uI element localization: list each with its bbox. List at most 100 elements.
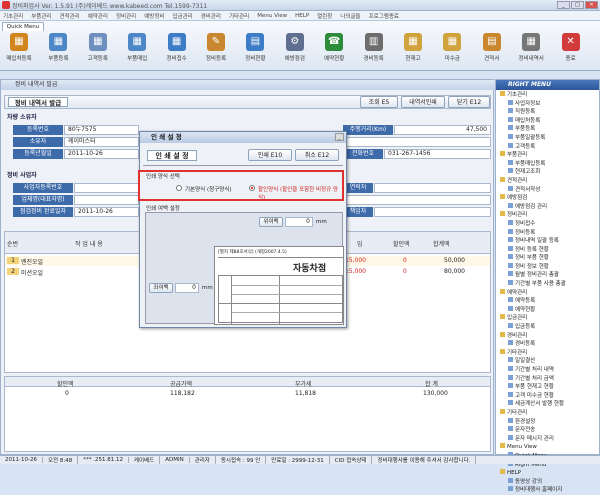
done-date-field[interactable]: 2011-10-26 <box>74 207 139 217</box>
tree-item[interactable]: 정비대행사 홈페이지 <box>496 486 599 495</box>
tree-item[interactable]: 정비 등록 현황 <box>496 245 599 255</box>
tree-item[interactable]: 입금등록 <box>496 323 599 332</box>
tree-group[interactable]: 경비관리 <box>496 331 599 341</box>
quick-menu-tab[interactable]: Quick Menu <box>2 22 44 31</box>
quick-tool-4[interactable]: ▦ 정비접수 <box>160 33 194 62</box>
tree-item[interactable]: 문자 메시지 관리 <box>496 434 599 444</box>
menu-4[interactable]: 정비관리 <box>116 12 136 20</box>
mileage-field[interactable]: 47,500 <box>394 125 491 135</box>
menu-12[interactable]: 나의글들 <box>340 12 360 20</box>
quick-tool-14[interactable]: ✕ 종료 <box>554 33 588 62</box>
dialog-print-button[interactable]: 인쇄 E10 <box>248 149 292 161</box>
tree-item[interactable]: 동영상 강의 <box>496 477 599 487</box>
left-margin-field[interactable]: 0 <box>175 283 199 293</box>
quick-tool-2[interactable]: ▦ 고객등록 <box>81 33 115 62</box>
menu-11[interactable]: 열린창 <box>317 12 332 20</box>
tree-group[interactable]: 기타관리 <box>496 408 599 418</box>
top-margin-field[interactable]: 0 <box>285 217 313 227</box>
menu-8[interactable]: 기타관리 <box>229 12 249 20</box>
tree-item[interactable]: 견적서작성 <box>496 185 599 195</box>
search-button[interactable]: 조회 E5 <box>360 96 398 108</box>
tree-group[interactable]: 예약관리 <box>496 288 599 298</box>
date-field[interactable]: 2011-10-26 <box>64 149 139 159</box>
menu-0[interactable]: 기초관리 <box>3 12 23 20</box>
tree-item[interactable]: 정비내역 일괄 등록 <box>496 237 599 246</box>
tree-item[interactable]: 고객 미수금 현황 <box>496 391 599 401</box>
resp-field[interactable] <box>374 207 491 217</box>
dialog-cancel-button[interactable]: 취소 E12 <box>295 149 339 161</box>
menu-10[interactable]: HELP <box>295 13 309 19</box>
tree-item[interactable]: 정비등록 <box>496 228 599 238</box>
quick-tool-6[interactable]: ▤ 정비현황 <box>238 33 272 62</box>
tree-item[interactable]: 환경설정 <box>496 417 599 427</box>
biz-extra-field[interactable] <box>343 195 491 205</box>
quick-tool-7[interactable]: ⚙ 예방점검 <box>278 33 312 62</box>
tree-item[interactable]: 현재고조회 <box>496 168 599 177</box>
tree-item[interactable]: 정비접수 <box>496 219 599 229</box>
tree-item[interactable]: 부품 현재고 현황 <box>496 383 599 392</box>
tree-item[interactable]: 매입처등록 <box>496 116 599 126</box>
menu-6[interactable]: 입금관리 <box>173 12 193 20</box>
tree-group[interactable]: 견적관리 <box>496 176 599 186</box>
tree-item[interactable]: 부품매입등록 <box>496 159 599 169</box>
tree-item[interactable]: 예약등록 <box>496 297 599 306</box>
menu-7[interactable]: 경비관리 <box>201 12 221 20</box>
menu-13[interactable]: 프로그램종료 <box>369 12 399 20</box>
tree-item[interactable]: 고객등록 <box>496 142 599 152</box>
quick-tool-3[interactable]: ▦ 부품매입 <box>120 33 154 62</box>
minimize-button[interactable]: _ <box>557 1 570 9</box>
menu-5[interactable]: 예방정비 <box>144 12 164 20</box>
bizno-field[interactable] <box>74 183 139 193</box>
close-panel-button[interactable]: 닫기 E12 <box>448 96 490 108</box>
menu-1[interactable]: 부품관리 <box>31 12 51 20</box>
tel-field[interactable]: 031-267-1456 <box>384 149 491 159</box>
tree-item[interactable]: 예방점검 관리 <box>496 202 599 212</box>
tree-item[interactable]: 월별 정비관리 총괄 <box>496 271 599 280</box>
tree-item[interactable]: 기간별 부품 사용 총괄 <box>496 280 599 289</box>
tree-item[interactable]: 예약현황 <box>496 305 599 315</box>
tree-group[interactable]: Menu View <box>496 443 599 452</box>
tree-group[interactable]: 기타관리 <box>496 348 599 358</box>
tree-item[interactable]: 직원등록 <box>496 108 599 117</box>
tree-item[interactable]: 정비 부품 현황 <box>496 254 599 263</box>
quick-tool-5[interactable]: ✎ 정비등록 <box>199 33 233 62</box>
tree-item[interactable]: 기간별 처리 내역 <box>496 366 599 375</box>
radio-discount[interactable] <box>249 185 255 191</box>
tree-group[interactable]: 입금관리 <box>496 314 599 323</box>
quick-tool-0[interactable]: ▦ 매입처등록 <box>2 33 36 62</box>
tree-item[interactable]: 사업자정보 <box>496 99 599 109</box>
phone-field[interactable] <box>374 183 491 193</box>
tree-group[interactable]: 기초관리 <box>496 91 599 100</box>
tree-group[interactable]: HELP <box>496 469 599 478</box>
reg-field[interactable]: 80누7575 <box>64 125 139 135</box>
quick-tool-13[interactable]: ▦ 정비내역서 <box>514 33 548 62</box>
owner-extra-field[interactable] <box>343 137 491 147</box>
close-window-button[interactable]: ✕ <box>585 1 598 9</box>
quick-tool-1[interactable]: ▦ 부품등록 <box>41 33 75 62</box>
menu-9[interactable]: Menu View <box>257 13 287 19</box>
tree-item[interactable]: 세금계산서 발행 현황 <box>496 400 599 409</box>
tree-item[interactable]: 문자전송 <box>496 426 599 435</box>
ceo-field[interactable] <box>74 195 139 205</box>
tree-item[interactable]: 부품일괄등록 <box>496 133 599 143</box>
owner-field[interactable]: 케이마스터 <box>64 137 139 147</box>
quick-tool-12[interactable]: ▤ 견적서 <box>475 33 509 62</box>
tree-group[interactable]: 부품관리 <box>496 151 599 160</box>
menu-2[interactable]: 견적관리 <box>60 12 80 20</box>
tree-item[interactable]: 부품등록 <box>496 125 599 134</box>
tree-group[interactable]: 정비관리 <box>496 211 599 220</box>
tree-item[interactable]: 일일결산 <box>496 357 599 366</box>
maximize-button[interactable]: □ <box>571 1 584 9</box>
quick-tool-11[interactable]: ▦ 미수금 <box>435 33 469 62</box>
tree-item[interactable]: 경비등록 <box>496 340 599 349</box>
quick-tool-9[interactable]: ▥ 경비등록 <box>357 33 391 62</box>
tree-group[interactable]: 예방점검 <box>496 194 599 203</box>
quick-tool-10[interactable]: ▦ 현재고 <box>396 33 430 62</box>
print-statement-button[interactable]: 내역서인쇄 <box>401 96 445 108</box>
menu-3[interactable]: 예약관리 <box>88 12 108 20</box>
quick-tool-8[interactable]: ☎ 예약현황 <box>317 33 351 62</box>
radio-basic[interactable] <box>176 185 182 191</box>
tree-item[interactable]: 정비 정보 현황 <box>496 262 599 272</box>
dialog-minimize-button[interactable]: _ <box>335 133 344 141</box>
tree-item[interactable]: 기간별 처리 금액 <box>496 374 599 384</box>
